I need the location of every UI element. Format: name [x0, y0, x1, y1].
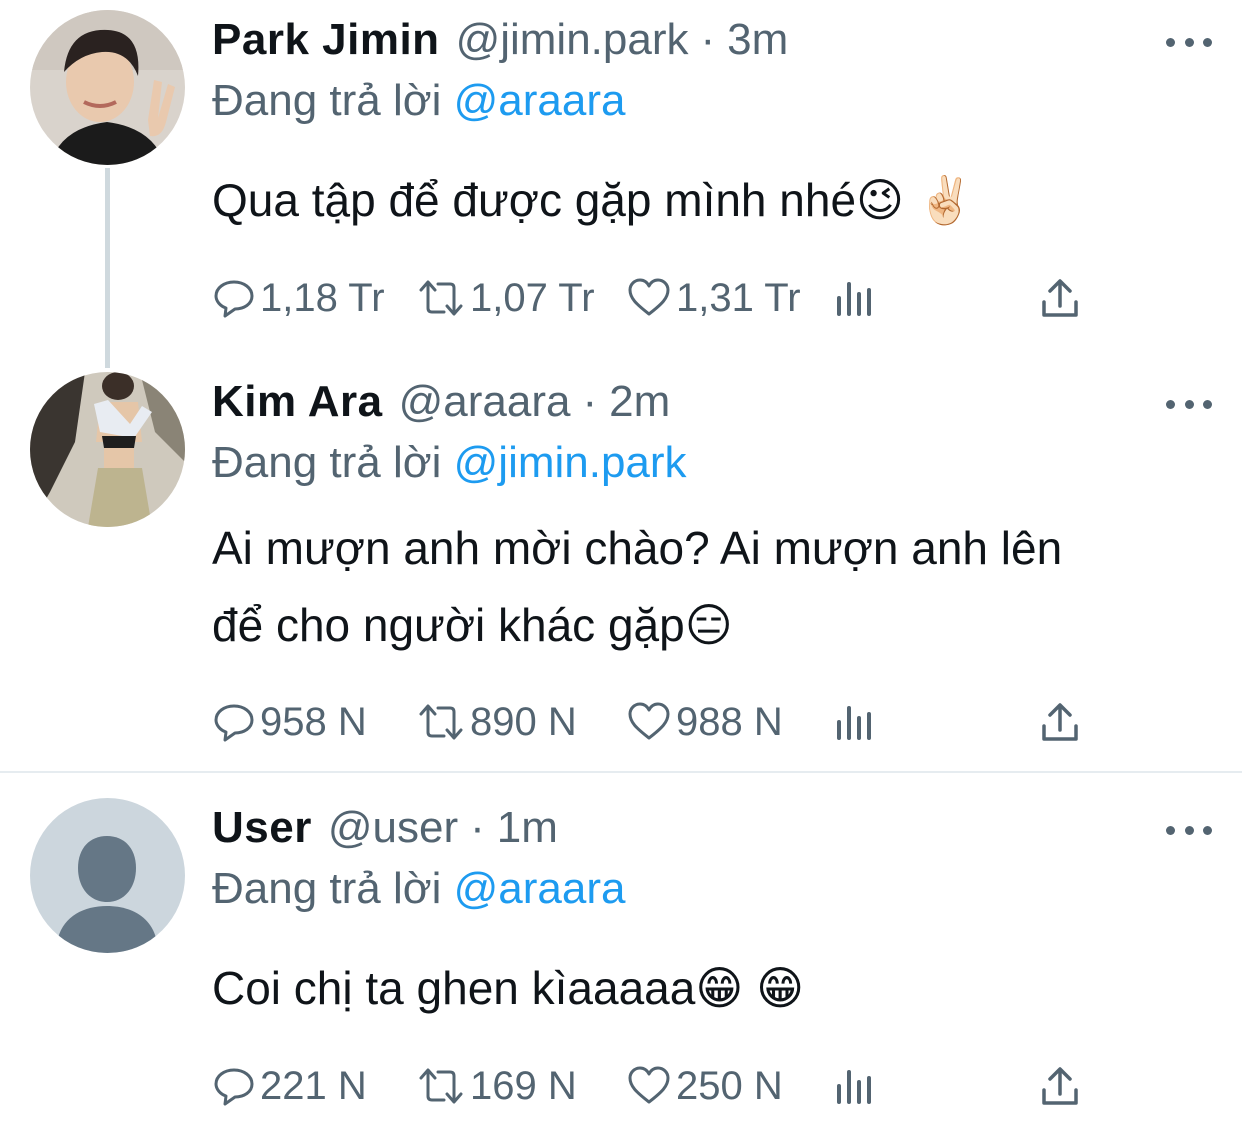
like-count: 250 N [676, 1063, 783, 1108]
tweet-text-line: Ai mượn anh mời chào? Ai mượn anh lên [212, 522, 1063, 574]
analytics-icon [837, 282, 871, 316]
tweet-divider [0, 771, 1242, 773]
timestamp[interactable]: 2m [609, 377, 670, 427]
reply-mention-link[interactable]: @araara [454, 76, 626, 125]
default-avatar-icon [30, 798, 185, 953]
reply-icon [214, 1068, 254, 1106]
like-button[interactable]: 988 N [626, 692, 783, 752]
reply-button[interactable]: 221 N [212, 1056, 367, 1116]
tweet-text: Qua tập để được gặp mình nhé😉 ✌🏻 [212, 162, 1212, 239]
tweet-text-line: Qua tập để được gặp mình nhé😉 ✌🏻 [212, 174, 975, 226]
avatar-park-jimin[interactable] [30, 10, 185, 165]
display-name[interactable]: Park Jimin [212, 15, 440, 65]
reply-count: 958 N [260, 699, 367, 744]
heart-icon [628, 278, 670, 316]
reply-count: 1,18 Tr [260, 275, 385, 320]
more-dot-icon [1166, 825, 1175, 835]
share-button[interactable] [1038, 268, 1086, 328]
heart-icon [628, 1066, 670, 1104]
replying-to: Đang trả lời @jimin.park [212, 438, 687, 488]
analytics-icon [837, 706, 871, 740]
retweet-count: 890 N [470, 699, 577, 744]
reply-button[interactable]: 958 N [212, 692, 367, 752]
reply-count: 221 N [260, 1063, 367, 1108]
retweet-button[interactable]: 1,07 Tr [416, 268, 595, 328]
timestamp[interactable]: 3m [727, 15, 788, 65]
retweet-icon [419, 1068, 463, 1104]
more-options-button[interactable] [1166, 820, 1212, 840]
tweet-1[interactable]: Park Jimin @jimin.park · 3m Đang trả lời… [0, 0, 1242, 360]
retweet-count: 169 N [470, 1063, 577, 1108]
display-name[interactable]: User [212, 803, 312, 853]
reply-mention-link[interactable]: @jimin.park [454, 438, 687, 487]
more-dot-icon [1166, 37, 1175, 47]
separator-dot: · [470, 803, 485, 852]
share-icon [1042, 279, 1078, 317]
reply-button[interactable]: 1,18 Tr [212, 268, 385, 328]
tweet-2[interactable]: Kim Ara @araara · 2m Đang trả lời @jimin… [0, 370, 1242, 770]
tweet-text-line: Coi chị ta ghen kìaaaaa😁 😁 [212, 962, 805, 1014]
person-photo-icon [30, 10, 185, 165]
reply-icon [214, 704, 254, 742]
share-button[interactable] [1038, 1056, 1086, 1116]
like-button[interactable]: 250 N [626, 1056, 783, 1116]
share-icon [1042, 1067, 1078, 1105]
heart-icon [628, 702, 670, 740]
more-dot-icon [1184, 399, 1194, 409]
tweet-3[interactable]: User @user · 1m Đang trả lời @araara Coi… [0, 790, 1242, 1130]
analytics-button[interactable] [832, 1056, 880, 1116]
retweet-count: 1,07 Tr [470, 275, 595, 320]
display-name[interactable]: Kim Ara [212, 377, 383, 427]
user-handle[interactable]: @araara [399, 377, 571, 427]
separator-dot: · [582, 377, 598, 426]
replying-to: Đang trả lời @araara [212, 864, 625, 914]
timestamp[interactable]: 1m [497, 803, 558, 853]
tweet-text: Ai mượn anh mời chào? Ai mượn anh lên để… [212, 510, 1212, 664]
tweet-text: Coi chị ta ghen kìaaaaa😁 😁 [212, 950, 1212, 1027]
tweet-actions: 221 N 169 N 250 N [212, 1056, 1092, 1116]
reply-icon [214, 280, 254, 318]
tweet-header: User @user · 1m [212, 798, 558, 858]
more-dot-icon [1203, 825, 1212, 835]
person-photo-icon [30, 372, 185, 527]
retweet-button[interactable]: 169 N [416, 1056, 577, 1116]
tweet-actions: 1,18 Tr 1,07 Tr 1,31 Tr [212, 268, 1092, 328]
avatar-user[interactable] [30, 798, 185, 953]
like-count: 988 N [676, 699, 783, 744]
avatar-kim-ara[interactable] [30, 372, 185, 527]
more-dot-icon [1184, 37, 1194, 47]
more-dot-icon [1203, 399, 1212, 409]
more-dot-icon [1203, 37, 1212, 47]
replying-prefix: Đang trả lời [212, 864, 442, 913]
analytics-button[interactable] [832, 268, 880, 328]
more-dot-icon [1166, 399, 1175, 409]
tweet-header: Park Jimin @jimin.park · 3m [212, 10, 788, 70]
more-options-button[interactable] [1166, 32, 1212, 52]
analytics-button[interactable] [832, 692, 880, 752]
user-handle[interactable]: @user [328, 803, 458, 853]
user-handle[interactable]: @jimin.park [456, 15, 689, 65]
share-button[interactable] [1038, 692, 1086, 752]
share-icon [1042, 703, 1078, 741]
like-button[interactable]: 1,31 Tr [626, 268, 801, 328]
tweet-header: Kim Ara @araara · 2m [212, 372, 670, 432]
tweet-text-line: để cho người khác gặp😑 [212, 599, 733, 651]
retweet-icon [419, 280, 463, 316]
more-options-button[interactable] [1166, 394, 1212, 414]
tweet-actions: 958 N 890 N 988 N [212, 692, 1092, 752]
replying-prefix: Đang trả lời [212, 438, 442, 487]
replying-to: Đang trả lời @araara [212, 76, 625, 126]
reply-mention-link[interactable]: @araara [454, 864, 626, 913]
analytics-icon [837, 1070, 871, 1104]
separator-dot: · [700, 15, 716, 64]
more-dot-icon [1184, 825, 1194, 835]
retweet-button[interactable]: 890 N [416, 692, 577, 752]
replying-prefix: Đang trả lời [212, 76, 442, 125]
like-count: 1,31 Tr [676, 275, 801, 320]
retweet-icon [419, 704, 463, 740]
